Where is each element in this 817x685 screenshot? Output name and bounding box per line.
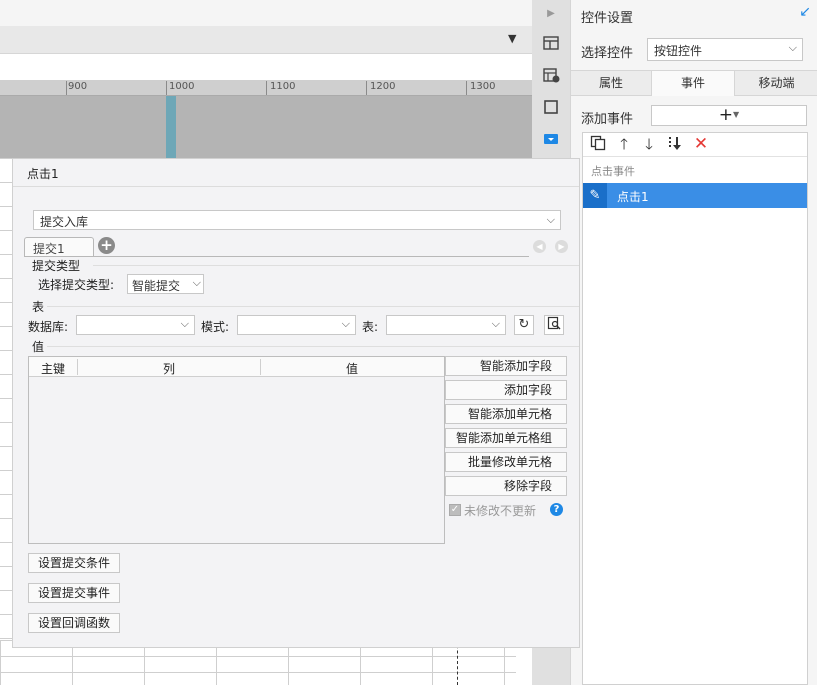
smart-add-cell-button[interactable]: 智能添加单元格 [445, 404, 567, 424]
tab-submit-1[interactable]: 提交1 [24, 237, 94, 256]
column-header-key: 主键 [40, 362, 65, 376]
event-dialog: 点击1 提交入库 ⌵ 提交1 + ◀ ▶ 提交类型 选择提交类型: 智能提交 ⌵… [12, 158, 580, 648]
toolbar-dropdown-icon[interactable]: ▼ [508, 32, 516, 45]
ruler-tick [266, 81, 267, 95]
table-section-label: 表 [32, 300, 45, 314]
event-list: 🡑 🡓 ✕ 点击事件 ✎ 点击1 [582, 132, 808, 685]
widget-select[interactable]: 按钮控件 ⌵ [647, 38, 803, 61]
tab-events[interactable]: 事件 [652, 71, 735, 96]
ruler-tick [466, 81, 467, 95]
ruler-tick-label: 1100 [270, 81, 296, 92]
dialog-header: 点击1 [13, 159, 579, 187]
event-list-item[interactable]: ✎ 点击1 [583, 183, 807, 208]
event-item-name: 点击1 [617, 190, 649, 204]
event-list-toolbar: 🡑 🡓 ✕ [583, 133, 807, 157]
event-type-value: 提交入库 [40, 215, 89, 229]
schema-select[interactable]: ⌵ [237, 315, 356, 335]
section-divider [93, 265, 579, 266]
add-field-button[interactable]: 添加字段 [445, 380, 567, 400]
table-label: 表: [362, 320, 379, 334]
table-info-icon[interactable] [541, 66, 561, 86]
set-submit-condition-button[interactable]: 设置提交条件 [28, 553, 120, 573]
design-canvas[interactable] [0, 96, 532, 158]
chevron-down-icon: ⌵ [491, 317, 500, 330]
move-up-icon[interactable]: 🡑 [615, 135, 633, 153]
database-select[interactable]: ⌵ [76, 315, 195, 335]
ruler-tick [366, 81, 367, 95]
chevron-down-icon: ⌵ [341, 317, 350, 330]
select-widget-label: 选择控件 [581, 46, 634, 61]
ruler-tick-label: 1300 [470, 81, 496, 92]
expand-arrow-icon[interactable]: ▶ [541, 4, 561, 24]
editor-toolbar: ▼ [0, 26, 532, 54]
section-divider [47, 306, 579, 307]
chevron-down-icon: ▼ [733, 110, 740, 119]
column-header-value: 值 [345, 362, 358, 376]
ruler-tick [166, 81, 167, 95]
tab-next-icon[interactable]: ▶ [555, 240, 568, 253]
batch-edit-cells-button[interactable]: 批量修改单元格 [445, 452, 567, 472]
panel-tabs: 属性 事件 移动端 [571, 70, 817, 96]
chevron-down-icon: ⌵ [788, 41, 797, 54]
help-icon[interactable]: ? [550, 503, 563, 516]
widget-settings-panel: 控件设置 ↙ 选择控件 按钮控件 ⌵ 属性 事件 移动端 添加事件 +▼ 🡑 🡓… [570, 0, 817, 685]
ruler-tick-label: 1200 [370, 81, 396, 92]
move-down-icon[interactable]: 🡓 [640, 135, 658, 153]
plus-icon: + [718, 105, 734, 125]
remove-field-button[interactable]: 移除字段 [445, 476, 567, 496]
add-tab-icon[interactable]: + [98, 237, 115, 254]
submit-type-select[interactable]: 智能提交 ⌵ [127, 274, 204, 294]
tab-underline [24, 256, 529, 257]
set-callback-button[interactable]: 设置回调函数 [28, 613, 120, 633]
section-divider [47, 346, 579, 347]
no-update-unchanged-label: 未修改不更新 [464, 504, 537, 518]
database-label: 数据库: [28, 320, 69, 334]
chevron-down-icon: ⌵ [180, 317, 189, 330]
edit-pencil-icon[interactable]: ✎ [583, 183, 607, 208]
arrow-diagonal-icon[interactable]: ↙ [799, 4, 811, 20]
delete-icon[interactable]: ✕ [692, 135, 710, 153]
submit-type-value: 智能提交 [132, 279, 181, 293]
value-section-label: 值 [32, 340, 45, 354]
widget-settings-icon[interactable] [541, 130, 561, 150]
horizontal-ruler: 900 1000 1100 1200 1300 [0, 80, 532, 96]
chevron-down-icon: ⌵ [546, 213, 555, 226]
preview-icon[interactable] [544, 315, 564, 335]
move-bottom-icon[interactable] [666, 135, 684, 153]
no-update-unchanged-checkbox[interactable]: ✓ [449, 504, 461, 516]
smart-add-cell-group-button[interactable]: 智能添加单元格组 [445, 428, 567, 448]
smart-add-field-button[interactable]: 智能添加字段 [445, 356, 567, 376]
ruler-tick [66, 81, 67, 95]
submit-type-label: 选择提交类型: [38, 278, 115, 292]
grid-cells-left [0, 158, 12, 648]
submit-type-section-label: 提交类型 [32, 259, 81, 273]
ruler-tick-label: 1000 [169, 81, 195, 92]
table-header: 主键 列 值 [29, 357, 444, 377]
refresh-icon[interactable]: ↻ [514, 315, 534, 335]
event-group-label: 点击事件 [591, 165, 635, 178]
schema-label: 模式: [201, 320, 230, 334]
add-event-button[interactable]: +▼ [651, 105, 807, 126]
layout-icon[interactable] [541, 34, 561, 54]
add-event-label: 添加事件 [581, 112, 634, 127]
set-submit-event-button[interactable]: 设置提交事件 [28, 583, 120, 603]
widget-select-value: 按钮控件 [654, 44, 703, 58]
tab-properties[interactable]: 属性 [571, 71, 652, 96]
tab-prev-icon[interactable]: ◀ [533, 240, 546, 253]
selected-column-highlight [166, 96, 176, 158]
column-header-column: 列 [162, 362, 175, 376]
chevron-down-icon: ⌵ [192, 276, 201, 289]
event-type-select[interactable]: 提交入库 ⌵ [33, 210, 561, 230]
dialog-title: 点击1 [27, 167, 59, 181]
copy-icon[interactable] [589, 135, 607, 153]
frame-icon[interactable] [541, 98, 561, 118]
ruler-tick-label: 900 [68, 81, 88, 92]
tab-mobile[interactable]: 移动端 [735, 71, 817, 96]
editor-top-bar [0, 0, 532, 26]
panel-title: 控件设置 [581, 11, 634, 26]
field-table[interactable]: 主键 列 值 [28, 356, 445, 544]
table-select[interactable]: ⌵ [386, 315, 506, 335]
